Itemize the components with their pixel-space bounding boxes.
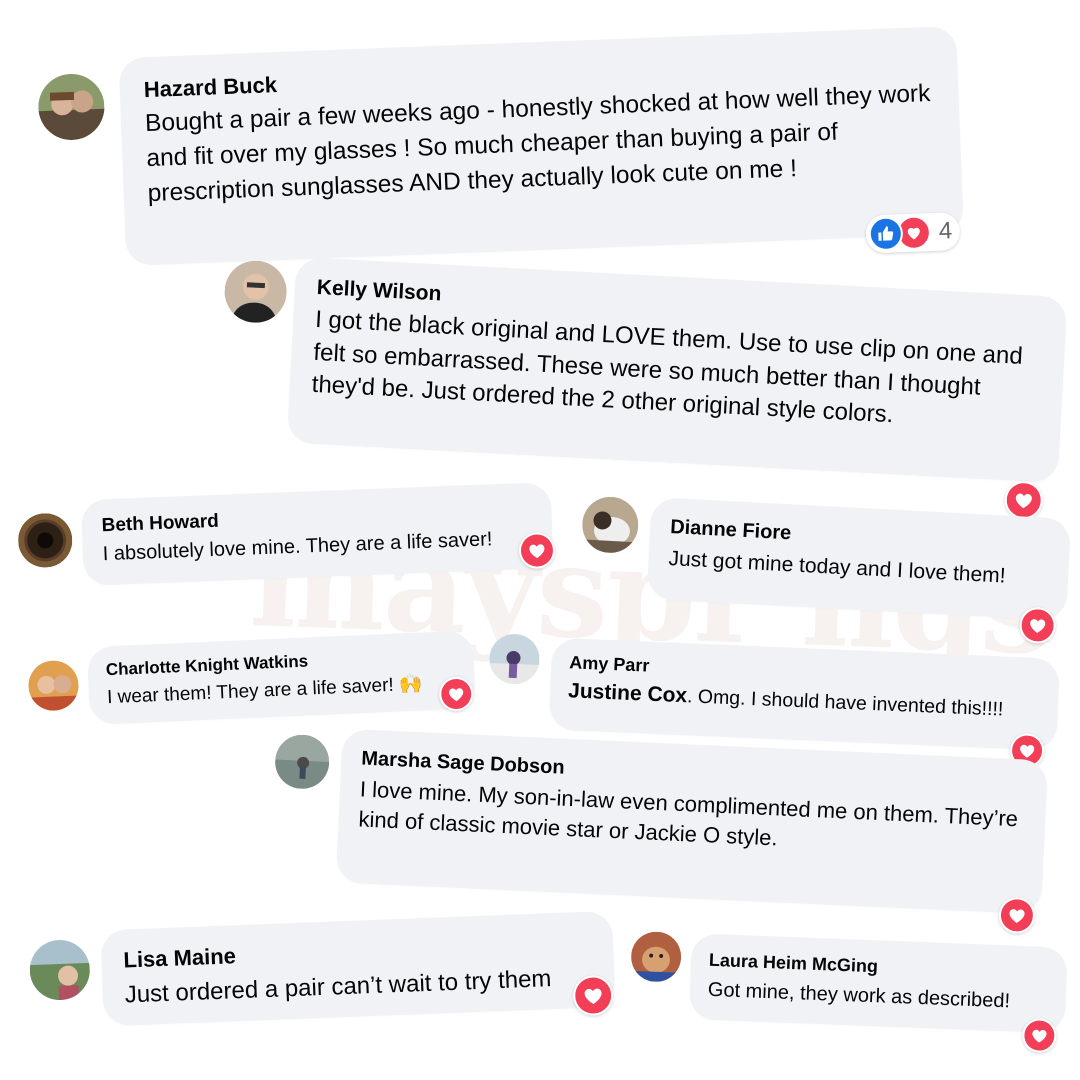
- heart-reaction[interactable]: [1021, 1017, 1058, 1054]
- comment-laura-heim-mcging: Laura Heim McGing Got mine, they work as…: [0, 0, 1080, 1080]
- comment-text: Got mine, they work as described!: [707, 978, 1011, 1013]
- comments-collage: mayspr ngs Hazard Buck Bought a pair a f…: [0, 0, 1080, 1080]
- heart-icon: [1024, 1020, 1055, 1051]
- avatar[interactable]: [630, 930, 683, 983]
- comment-bubble: Laura Heim McGing Got mine, they work as…: [688, 933, 1068, 1034]
